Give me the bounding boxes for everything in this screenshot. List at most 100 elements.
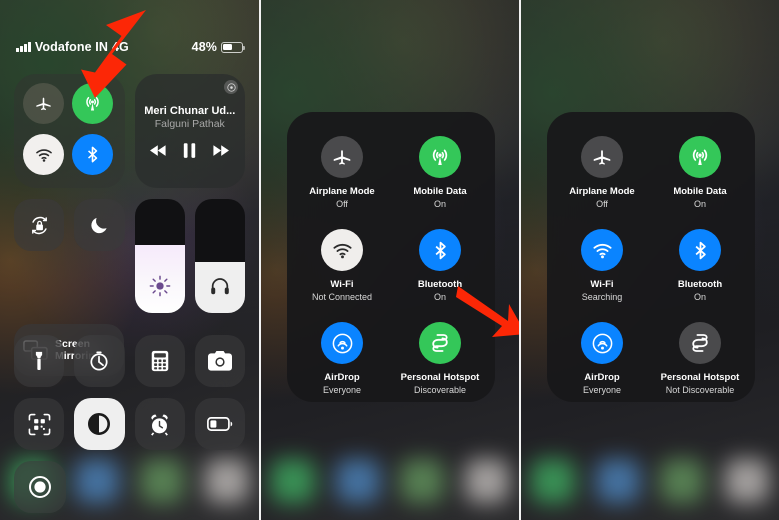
bluetooth-label: Bluetooth <box>677 279 723 290</box>
connectivity-expanded-card: Airplane Mode Off Mobile Data On Wi-Fi S… <box>547 112 755 402</box>
bluetooth-icon <box>695 241 706 259</box>
airdrop-status: Everyone <box>582 385 622 395</box>
record-icon <box>29 476 51 498</box>
antenna-icon <box>432 149 448 165</box>
qr-code-scanner-button[interactable] <box>14 398 65 450</box>
moon-icon <box>91 217 107 234</box>
fast-forward-icon[interactable] <box>212 144 230 157</box>
network-type: 4G <box>111 40 129 54</box>
airdrop-toggle[interactable] <box>321 322 363 364</box>
battery-icon <box>221 41 245 53</box>
wifi-toggle[interactable] <box>581 229 623 271</box>
dock-icon <box>271 459 316 503</box>
brightness-slider[interactable] <box>134 199 185 313</box>
mobile-data-status: On <box>693 199 706 209</box>
antenna-icon <box>692 149 708 165</box>
connectivity-expanded-card: Airplane Mode Off Mobile Data On Wi-Fi N… <box>287 112 495 402</box>
media-player-widget[interactable]: Meri Chunar Ud... Falguni Pathak <box>134 74 245 188</box>
airdrop-label: AirDrop <box>324 372 360 383</box>
media-title: Meri Chunar Ud... <box>144 105 236 117</box>
volume-slider[interactable] <box>194 199 245 313</box>
dock-icon <box>335 459 380 503</box>
personal-hotspot-toggle[interactable] <box>679 322 721 364</box>
wifi-icon <box>592 243 612 258</box>
tile-airdrop[interactable]: AirDrop Everyone <box>553 322 651 395</box>
mobile-data-toggle[interactable] <box>419 136 461 178</box>
panel-left-control-center: Vodafone IN 4G 48% Meri Chunar Ud... Fal… <box>0 0 259 520</box>
screen-recording-button[interactable] <box>14 461 66 513</box>
flashlight-button[interactable] <box>14 335 65 387</box>
connectivity-group <box>14 74 125 188</box>
mobile-data-toggle[interactable] <box>72 83 114 124</box>
wifi-toggle[interactable] <box>321 229 363 271</box>
personal-hotspot-status: Not Discoverable <box>665 385 735 395</box>
blurred-dock-icons <box>261 442 519 520</box>
dark-mode-button[interactable] <box>74 398 125 450</box>
panel-middle-hotspot-discoverable: Airplane Mode Off Mobile Data On Wi-Fi N… <box>259 0 519 520</box>
headphones-icon <box>211 278 229 295</box>
rotation-lock-toggle[interactable] <box>14 199 65 251</box>
bluetooth-icon <box>88 146 98 163</box>
pause-icon[interactable] <box>183 143 196 158</box>
bluetooth-toggle[interactable] <box>419 229 461 271</box>
tile-bluetooth[interactable]: Bluetooth On <box>391 229 489 302</box>
airdrop-toggle[interactable] <box>581 322 623 364</box>
mobile-data-toggle[interactable] <box>679 136 721 178</box>
bluetooth-icon <box>435 241 446 259</box>
panel-right-hotspot-not-discoverable: Airplane Mode Off Mobile Data On Wi-Fi S… <box>519 0 779 520</box>
airplane-mode-toggle[interactable] <box>321 136 363 178</box>
qr-code-icon <box>28 413 51 435</box>
tile-personal-hotspot[interactable]: Personal Hotspot Not Discoverable <box>651 322 749 395</box>
tile-mobile-data[interactable]: Mobile Data On <box>651 136 749 209</box>
timer-icon <box>90 351 108 371</box>
tile-wifi[interactable]: Wi-Fi Not Connected <box>293 229 391 302</box>
bluetooth-toggle[interactable] <box>72 134 114 175</box>
screenshot-root: Vodafone IN 4G 48% Meri Chunar Ud... Fal… <box>0 0 779 520</box>
dock-icon <box>464 459 509 503</box>
personal-hotspot-toggle[interactable] <box>419 322 461 364</box>
wifi-status: Searching <box>581 292 623 302</box>
bluetooth-toggle[interactable] <box>679 229 721 271</box>
tile-mobile-data[interactable]: Mobile Data On <box>391 136 489 209</box>
brightness-icon <box>149 275 170 297</box>
bluetooth-label: Bluetooth <box>417 279 463 290</box>
airplay-icon[interactable] <box>224 80 238 94</box>
airplane-icon <box>333 150 351 165</box>
blurred-dock-icons <box>521 442 779 520</box>
calculator-button[interactable] <box>134 335 185 387</box>
bluetooth-status: On <box>433 292 446 302</box>
airdrop-icon <box>332 333 352 353</box>
alarm-button[interactable] <box>134 398 185 450</box>
tile-wifi[interactable]: Wi-Fi Searching <box>553 229 651 302</box>
shortcut-row-2 <box>14 398 245 450</box>
tile-bluetooth[interactable]: Bluetooth On <box>651 229 749 302</box>
tile-airdrop[interactable]: AirDrop Everyone <box>293 322 391 395</box>
tile-personal-hotspot[interactable]: Personal Hotspot Discoverable <box>391 322 489 395</box>
dock-icon <box>660 459 705 503</box>
tile-airplane-mode[interactable]: Airplane Mode Off <box>553 136 651 209</box>
camera-button[interactable] <box>194 335 245 387</box>
personal-hotspot-label: Personal Hotspot <box>660 372 740 383</box>
bluetooth-status: On <box>693 292 706 302</box>
carrier-name: Vodafone IN <box>34 40 108 54</box>
rewind-icon[interactable] <box>150 144 167 157</box>
airplane-mode-toggle[interactable] <box>581 136 623 178</box>
airplane-mode-toggle[interactable] <box>23 83 64 124</box>
battery-low-icon <box>206 417 233 431</box>
hotspot-icon <box>432 334 448 352</box>
mobile-data-status: On <box>433 199 446 209</box>
shortcut-row-1 <box>14 335 245 387</box>
control-center-grid: Meri Chunar Ud... Falguni Pathak Screen <box>14 74 245 520</box>
wifi-label: Wi-Fi <box>330 279 354 290</box>
timer-button[interactable] <box>74 335 125 387</box>
hotspot-icon <box>692 334 708 352</box>
tile-airplane-mode[interactable]: Airplane Mode Off <box>293 136 391 209</box>
antenna-icon <box>86 96 99 111</box>
dock-icon <box>724 459 769 503</box>
media-artist: Falguni Pathak <box>154 118 225 130</box>
wifi-toggle[interactable] <box>23 134 64 175</box>
airplane-icon <box>593 150 611 165</box>
do-not-disturb-toggle[interactable] <box>74 199 125 251</box>
airplane-icon <box>36 97 51 111</box>
low-power-mode-button[interactable] <box>194 398 245 450</box>
